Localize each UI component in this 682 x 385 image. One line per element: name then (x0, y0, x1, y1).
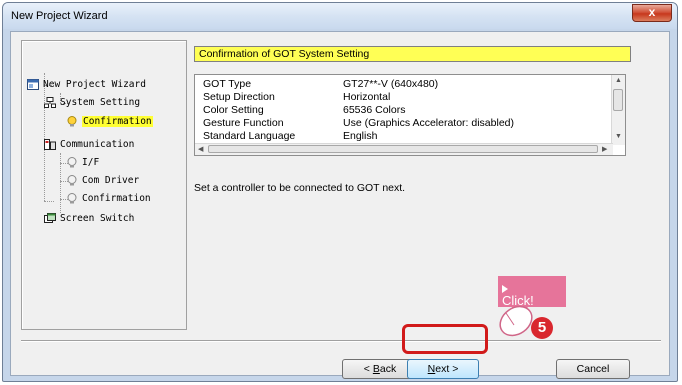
bulb-icon (67, 157, 77, 168)
horizontal-scroll-thumb[interactable] (208, 145, 598, 153)
tree-item-label: Com Driver (82, 175, 140, 186)
bulb-icon (67, 193, 77, 204)
row-value: GT27**-V (640x480) (343, 78, 439, 90)
row-value: English (343, 130, 378, 142)
title-bar: New Project Wizard x (3, 3, 677, 29)
tree-item-label: I/F (82, 157, 100, 168)
tree-item-confirmation-communication[interactable]: Confirmation (66, 192, 151, 206)
row-key: Color Setting (203, 104, 264, 116)
step-number-badge: 5 (531, 317, 553, 339)
cancel-button[interactable]: Cancel (556, 359, 630, 379)
row-key: GOT Type (203, 78, 252, 90)
system-setting-summary[interactable]: GOT Type GT27**-V (640x480) Setup Direct… (194, 74, 626, 156)
wizard-icon (27, 79, 39, 90)
row-key: Standard Language (203, 130, 296, 142)
row-key: Setup Direction (203, 91, 275, 103)
next-step-instruction: Set a controller to be connected to GOT … (194, 182, 406, 194)
horizontal-scrollbar[interactable]: ◀ ▶ (195, 143, 613, 155)
screen-switch-icon (44, 213, 56, 223)
tree-item-label: New Project Wizard (43, 79, 146, 90)
row-value: Use (Graphics Accelerator: disabled) (343, 117, 514, 129)
row-key: Gesture Function (203, 117, 284, 129)
system-setting-icon (44, 97, 56, 108)
tree-item-new-project-wizard[interactable]: New Project Wizard (27, 78, 146, 92)
tree-connector (44, 201, 54, 202)
tree-item-com-driver[interactable]: Com Driver (66, 174, 139, 188)
vertical-scrollbar[interactable]: ▲ ▼ (611, 75, 625, 145)
scroll-right-icon[interactable]: ▶ (602, 145, 607, 153)
wizard-body: New Project Wizard System Setting Confir… (10, 31, 670, 379)
wizard-step-tree: New Project Wizard System Setting Confir… (21, 40, 187, 330)
vertical-scroll-thumb[interactable] (613, 89, 623, 111)
tree-item-label: Confirmation (82, 116, 153, 127)
tree-item-label: Screen Switch (60, 213, 135, 224)
tree-content: New Project Wizard System Setting Confir… (22, 41, 186, 329)
scroll-up-icon[interactable]: ▲ (615, 77, 622, 84)
section-header: Confirmation of GOT System Setting (194, 46, 631, 62)
click-callout (498, 276, 566, 337)
close-button[interactable]: x (632, 4, 672, 22)
click-callout-text: Click! (502, 293, 534, 308)
tree-item-confirmation-system[interactable]: Confirmation (66, 115, 153, 129)
tree-item-system-setting[interactable]: System Setting (44, 96, 140, 110)
next-button[interactable]: Next > (407, 359, 479, 379)
tree-connector (60, 153, 61, 213)
tree-item-screen-switch[interactable]: Screen Switch (44, 212, 134, 226)
tree-item-label: System Setting (60, 97, 141, 108)
scroll-left-icon[interactable]: ◀ (198, 145, 203, 153)
wizard-window: New Project Wizard x New Project Wizard (2, 2, 678, 382)
window-title: New Project Wizard (11, 10, 108, 22)
bulb-icon (67, 116, 77, 127)
communication-icon (44, 139, 56, 150)
tree-item-label: Confirmation (82, 193, 151, 204)
row-value: Horizontal (343, 91, 391, 103)
scroll-down-icon[interactable]: ▼ (615, 133, 622, 140)
tree-connector (44, 73, 45, 201)
tree-item-communication[interactable]: Communication (44, 138, 134, 152)
row-value: 65536 Colors (343, 104, 406, 116)
bulb-icon (67, 175, 77, 186)
tree-item-label: Communication (60, 139, 135, 150)
tree-item-if[interactable]: I/F (66, 156, 99, 170)
